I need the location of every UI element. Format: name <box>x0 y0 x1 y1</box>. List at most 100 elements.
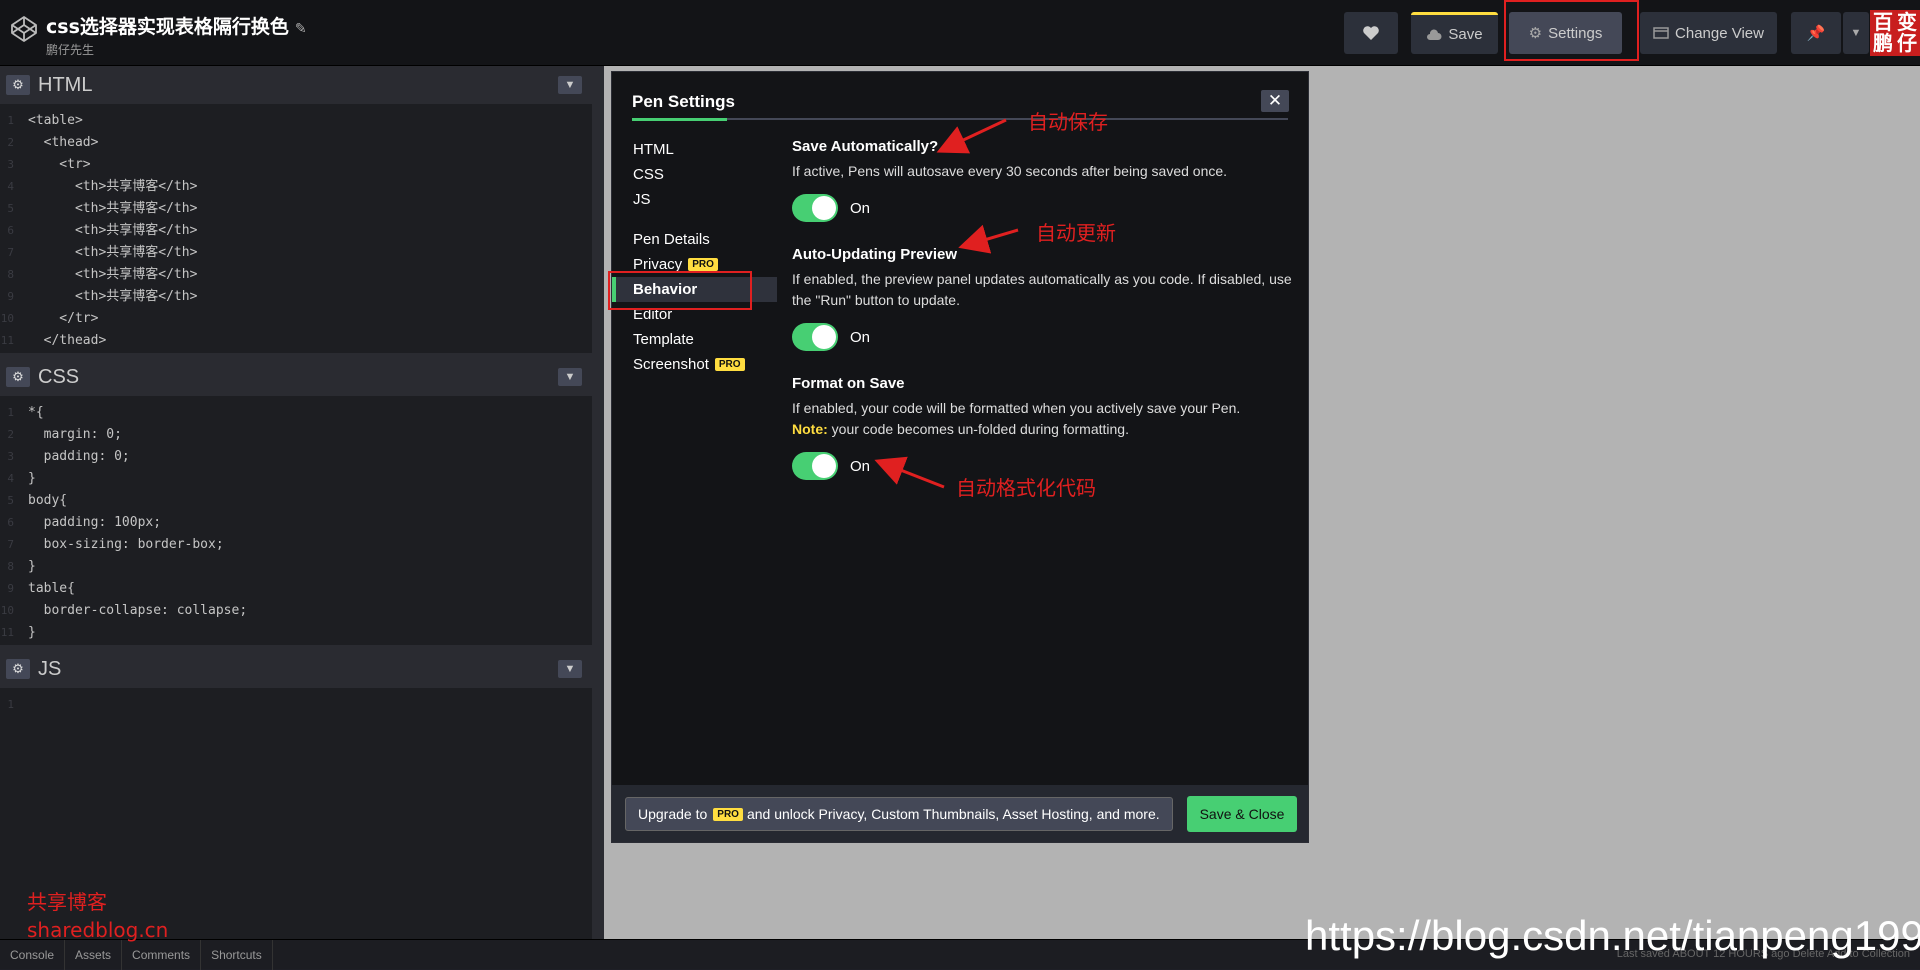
code-line[interactable]: 11 </thead> <box>0 330 592 352</box>
line-number: 10 <box>0 604 14 617</box>
nav-item-template[interactable]: Template <box>612 327 777 352</box>
html-editor-title: HTML <box>38 73 93 96</box>
code-line[interactable]: 6 padding: 100px; <box>0 512 592 534</box>
code-text: </thead> <box>28 333 107 348</box>
code-line[interactable]: 11} <box>0 622 592 644</box>
change-view-button[interactable]: Change View <box>1640 12 1777 54</box>
nav-item-pen-details[interactable]: Pen Details <box>612 227 777 252</box>
upgrade-link[interactable]: Upgrade to PRO and unlock Privacy, Custo… <box>625 797 1173 831</box>
code-line[interactable]: 7 <th>共享博客</th> <box>0 242 592 264</box>
code-line[interactable]: 1 <table> <box>0 110 592 132</box>
css-settings-gear-icon[interactable]: ⚙ <box>6 367 30 387</box>
upgrade-prefix: Upgrade to <box>638 806 708 822</box>
code-line[interactable]: 3 <tr> <box>0 154 592 176</box>
autosave-setting: Save Automatically? If active, Pens will… <box>792 138 1292 222</box>
save-button[interactable]: Save <box>1411 12 1498 54</box>
assets-button[interactable]: Assets <box>65 939 123 970</box>
pen-title-row[interactable]: css选择器实现表格隔行换色 ✎ <box>46 12 307 39</box>
line-number: 2 <box>7 428 14 441</box>
save-close-button[interactable]: Save & Close <box>1187 796 1297 832</box>
code-line[interactable]: 2 margin: 0; <box>0 424 592 446</box>
code-text: body{ <box>28 493 68 508</box>
css-code-area[interactable]: 1 *{2 margin: 0; 3 padding: 0; 4} 5 body{6 pa… <box>0 396 592 644</box>
codepen-logo-icon[interactable] <box>10 15 38 43</box>
js-settings-gear-icon[interactable]: ⚙ <box>6 659 30 679</box>
html-settings-gear-icon[interactable]: ⚙ <box>6 75 30 95</box>
code-line[interactable]: 10 </tr> <box>0 308 592 330</box>
autoupdate-setting: Auto-Updating Preview If enabled, the pr… <box>792 246 1292 351</box>
user-avatar[interactable]: 百 变 鹏 仔 <box>1870 10 1920 56</box>
pencil-edit-icon[interactable]: ✎ <box>295 21 307 37</box>
code-line[interactable]: 6 <th>共享博客</th> <box>0 220 592 242</box>
code-line[interactable]: 9 table{ <box>0 578 592 600</box>
html-editor-header: ⚙ HTML ▼ <box>0 66 592 104</box>
code-line[interactable]: 8 <th>共享博客</th> <box>0 264 592 286</box>
nav-item-js[interactable]: JS <box>612 187 777 212</box>
code-line[interactable]: 5 <th>共享博客</th> <box>0 198 592 220</box>
code-text: border-collapse: collapse; <box>28 603 248 618</box>
chevron-down-icon: ▼ <box>1850 27 1862 39</box>
watermark-left-line1: 共享博客 <box>27 890 107 914</box>
js-collapse-chevron-icon[interactable]: ▼ <box>558 660 582 678</box>
code-line[interactable]: 9 <th>共享博客</th> <box>0 286 592 308</box>
nav-item-screenshot[interactable]: Screenshot PRO <box>612 352 777 377</box>
code-text: padding: 0; <box>28 449 130 464</box>
line-number: 2 <box>7 136 14 149</box>
code-line[interactable]: 10 border-collapse: collapse; <box>0 600 592 622</box>
heart-icon <box>1363 26 1379 40</box>
js-code-area[interactable]: 1 <box>0 688 592 716</box>
code-line[interactable]: 8} <box>0 556 592 578</box>
pro-badge: PRO <box>713 807 743 821</box>
nav-item-html[interactable]: HTML <box>612 137 777 162</box>
watermark-url: https://blog.csdn.net/tianpeng1996 <box>1305 912 1920 959</box>
note-label: Note: <box>792 421 828 437</box>
editor-column: ⚙ HTML ▼ 1 <table> 2 <thead> 3 <tr> 4 <th>共享… <box>0 66 592 939</box>
comments-button[interactable]: Comments <box>122 939 202 970</box>
nav-label-template: Template <box>633 331 694 348</box>
pin-dropdown-button[interactable]: ▼ <box>1843 12 1869 54</box>
cloud-icon <box>1427 28 1442 40</box>
pen-title[interactable]: css选择器实现表格隔行换色 <box>46 16 289 38</box>
annotation-autoupdate: 自动更新 <box>1036 221 1116 245</box>
line-number: 1 <box>7 406 14 419</box>
pin-button[interactable]: 📌 <box>1791 12 1841 54</box>
close-icon[interactable]: ✕ <box>1261 90 1289 112</box>
editor-preview-resizer[interactable] <box>592 66 604 939</box>
code-text: } <box>28 471 36 486</box>
modal-title-underline <box>632 118 1288 120</box>
code-text: margin: 0; <box>28 427 122 442</box>
code-line[interactable]: 4 <th>共享博客</th> <box>0 176 592 198</box>
autosave-toggle[interactable] <box>792 194 838 222</box>
code-line[interactable]: 5 body{ <box>0 490 592 512</box>
nav-label-html: HTML <box>633 141 674 158</box>
code-line[interactable]: 7 box-sizing: border-box; <box>0 534 592 556</box>
html-collapse-chevron-icon[interactable]: ▼ <box>558 76 582 94</box>
line-number: 5 <box>7 202 14 215</box>
autoupdate-title: Auto-Updating Preview <box>792 246 958 263</box>
autosave-toggle-label: On <box>850 199 871 217</box>
format-toggle[interactable] <box>792 452 838 480</box>
line-number: 1 <box>7 114 14 127</box>
nav-label-screenshot: Screenshot <box>633 356 709 373</box>
autoupdate-toggle[interactable] <box>792 323 838 351</box>
nav-item-css[interactable]: CSS <box>612 162 777 187</box>
code-text: } <box>28 559 36 574</box>
autoupdate-description: If enabled, the preview panel updates au… <box>792 271 1292 308</box>
css-collapse-chevron-icon[interactable]: ▼ <box>558 368 582 386</box>
modal-title-accent <box>632 118 727 121</box>
code-line[interactable]: 4} <box>0 468 592 490</box>
like-button[interactable] <box>1344 12 1398 54</box>
code-line[interactable]: 1 *{ <box>0 402 592 424</box>
code-line[interactable]: 3 padding: 0; <box>0 446 592 468</box>
line-number: 7 <box>7 246 14 259</box>
shortcuts-button[interactable]: Shortcuts <box>201 939 273 970</box>
console-button[interactable]: Console <box>0 939 66 970</box>
code-text: table{ <box>28 581 75 596</box>
code-line[interactable]: 1 <box>0 694 592 716</box>
pen-author[interactable]: 鹏仔先生 <box>46 41 307 58</box>
js-editor-header: ⚙ JS ▼ <box>0 650 592 688</box>
code-line[interactable]: 2 <thead> <box>0 132 592 154</box>
html-code-area[interactable]: 1 <table> 2 <thead> 3 <tr> 4 <th>共享博客</th> 5 … <box>0 104 592 352</box>
line-number: 11 <box>0 334 14 347</box>
